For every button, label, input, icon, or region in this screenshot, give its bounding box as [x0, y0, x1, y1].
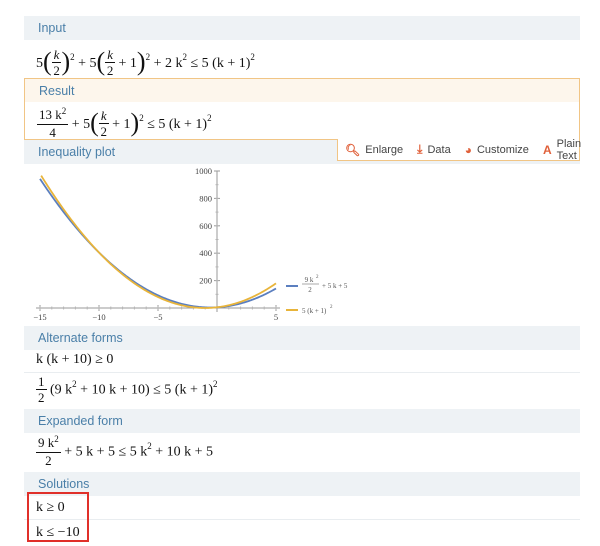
y-tick-label: 600: [199, 221, 212, 231]
row-divider: [24, 519, 580, 520]
result-pod-body: 13 k2 4 + 5(k 2 + 1)2 ≤ 5 (k + 1)2: [24, 102, 580, 140]
inequality-plot-chart: −15 −10 −5 51000800600400200 9 k 22 + 5 k + 5…: [33, 166, 348, 322]
data-label: Data: [427, 143, 451, 156]
expanded-pod-body: 9 k2 2 + 5 k + 5 ≤ 5 k2 + 10 k + 5: [24, 433, 580, 471]
data-button[interactable]: ⤓ Data: [410, 139, 458, 161]
y-tick-label: 800: [199, 193, 212, 203]
expanded-pod-header: Expanded form: [24, 409, 580, 433]
magnifier-icon: 🔍︎: [345, 142, 361, 157]
solutions-pod-body: k ≥ 0 k ≤ −10: [24, 496, 580, 544]
solutions-highlight-box: [27, 492, 89, 542]
plot-legend: 9 k 22 + 5 k + 55 (k + 1) 2: [286, 275, 348, 315]
legend-label-1-rest: + 5 k + 5: [322, 282, 348, 290]
plot-pod-title: Inequality plot: [38, 145, 116, 159]
enlarge-label: Enlarge: [365, 143, 404, 156]
customize-button[interactable]: ◕ Customize: [458, 139, 536, 161]
row-divider: [24, 372, 580, 373]
series-line-1: [39, 178, 277, 309]
input-pod-header: Input: [24, 16, 580, 40]
download-icon: ⤓: [417, 142, 423, 156]
result-pod-header: Result: [24, 78, 580, 102]
legend-label-2-exponent: 2: [330, 305, 333, 310]
enlarge-button[interactable]: 🔍︎ Enlarge: [338, 139, 410, 161]
plain-text-button[interactable]: A Plain Text: [536, 137, 588, 162]
customize-label: Customize: [476, 143, 529, 156]
expanded-expression: 9 k2 2 + 5 k + 5 ≤ 5 k2 + 10 k + 5: [36, 434, 214, 468]
y-tick-label: 400: [199, 248, 212, 258]
legend-label-1-numerator: 9 k: [305, 276, 314, 284]
x-tick-label: 5: [274, 312, 278, 322]
x-tick-label: −5: [153, 312, 162, 322]
result-expression: 13 k2 4 + 5(k 2 + 1)2 ≤ 5 (k + 1)2: [37, 106, 212, 141]
legend-label-2: 5 (k + 1): [302, 307, 327, 315]
y-tick-label: 1000: [195, 166, 212, 176]
plot-series: [39, 175, 277, 309]
palette-icon: ◕: [464, 142, 472, 157]
plain-text-label: Plain Text: [556, 137, 582, 162]
y-tick-label: 200: [199, 276, 212, 286]
solutions-pod-title: Solutions: [38, 477, 90, 491]
input-pod-body: 5(k 2)2 + 5(k 2 + 1)2 + 2 k2 ≤ 5 (k + 1)2: [24, 40, 580, 79]
x-tick-label: −15: [33, 312, 46, 322]
alternate-pod-header: Alternate forms: [24, 326, 580, 350]
input-expression: 5(k 2)2 + 5(k 2 + 1)2 + 2 k2 ≤ 5 (k + 1)2: [36, 47, 255, 79]
legend-label-1-denominator: 2: [308, 286, 312, 294]
text-a-icon: A: [542, 142, 552, 157]
alternate-pod-body: k (k + 10) ≥ 0 12 (9 k2 + 10 k + 10) ≤ 5…: [24, 350, 580, 408]
input-pod-title: Input: [38, 21, 66, 35]
legend-label-1-exponent: 2: [316, 275, 319, 280]
solutions-pod-header: Solutions: [24, 472, 580, 496]
alternate-pod-title: Alternate forms: [38, 331, 123, 345]
alternate-form-1: k (k + 10) ≥ 0: [36, 352, 114, 367]
result-pod-title: Result: [39, 84, 75, 98]
expanded-pod-title: Expanded form: [38, 414, 123, 428]
plot-pod-body: −15 −10 −5 5 1000 800 600 400 200 9 k 2 2 + 5 k + 5…: [24, 164, 580, 324]
plot-axes: −15 −10 −5 5 1000 800 600 400 200: [33, 166, 280, 322]
plot-toolbar: 🔍︎ Enlarge ⤓ Data ◕ Customize A Plain Te…: [337, 138, 581, 162]
x-tick-label: −10: [92, 312, 105, 322]
alternate-form-2: 12 (9 k2 + 10 k + 10) ≤ 5 (k + 1)2: [36, 374, 218, 405]
series-line-2: [40, 175, 277, 309]
